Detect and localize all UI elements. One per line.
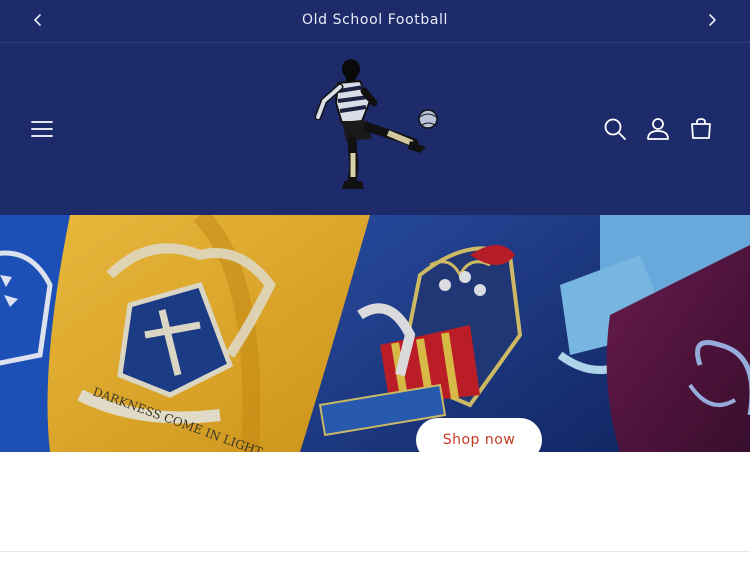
cart-icon[interactable] [687,115,715,143]
chevron-right-icon[interactable] [700,8,724,32]
announcement-text: Old School Football [302,12,448,28]
shop-now-button[interactable]: Shop now [416,418,542,462]
section-divider [0,551,750,552]
menu-icon[interactable] [28,115,56,143]
hero-banner-image: DARKNESS COME IN LIGHT [0,215,750,452]
site-logo[interactable] [302,57,448,203]
search-icon[interactable] [601,115,629,143]
account-icon[interactable] [644,115,672,143]
announcement-bar: Old School Football [0,0,750,43]
site-header [0,43,750,215]
